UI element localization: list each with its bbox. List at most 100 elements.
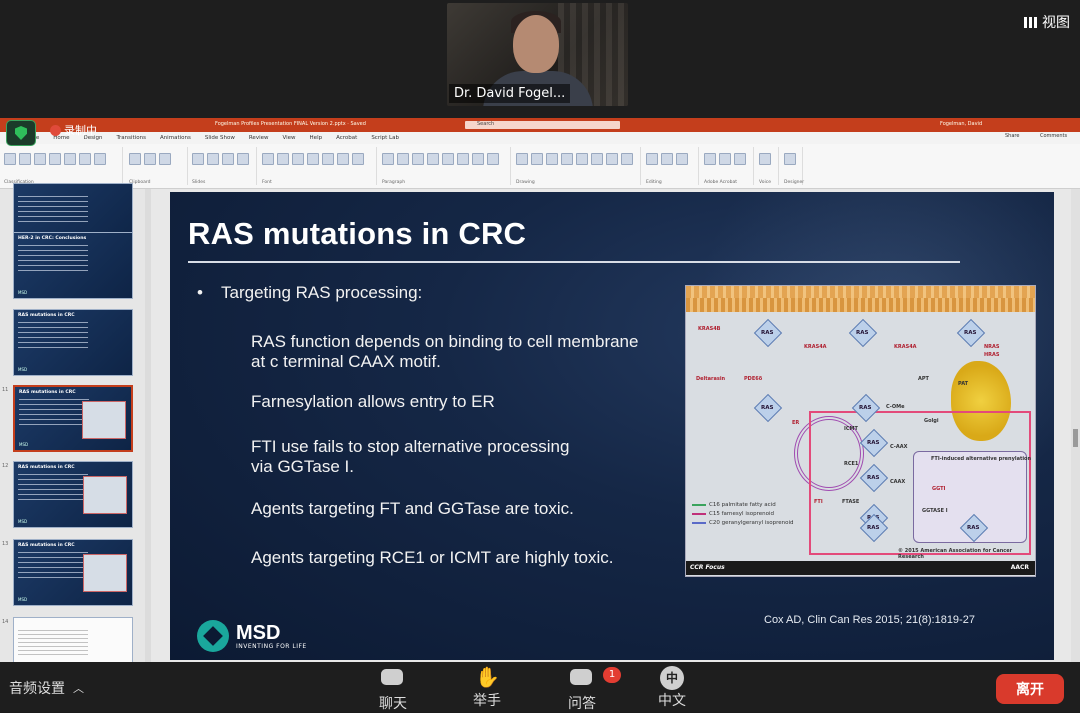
ribbon-button-icon[interactable]	[382, 153, 394, 165]
menu-item[interactable]: Slide Show	[205, 135, 235, 141]
security-badge[interactable]	[6, 120, 36, 146]
ribbon-button-icon[interactable]	[676, 153, 688, 165]
ribbon-button-icon[interactable]	[159, 153, 171, 165]
ribbon-button-icon[interactable]	[487, 153, 499, 165]
ribbon-button-icon[interactable]	[19, 153, 31, 165]
ribbon-button-icon[interactable]	[397, 153, 409, 165]
ribbon-button-icon[interactable]	[277, 153, 289, 165]
menu-item[interactable]: Acrobat	[336, 135, 357, 141]
ribbon-button-icon[interactable]	[322, 153, 334, 165]
menu-item[interactable]: Animations	[160, 135, 191, 141]
ribbon-button-icon[interactable]	[531, 153, 543, 165]
ribbon-button-icon[interactable]	[34, 153, 46, 165]
figure-label: Deltarasin	[696, 376, 726, 382]
slide-thumbnail[interactable]: RAS mutations in CRC MSD	[13, 461, 133, 528]
ribbon-button-icon[interactable]	[427, 153, 439, 165]
ribbon-button-icon[interactable]	[472, 153, 484, 165]
ribbon-button-icon[interactable]	[442, 153, 454, 165]
slide-thumbnail[interactable]: HER-2 in CRC: Conclusions MSD	[13, 232, 133, 299]
ribbon-button-icon[interactable]	[237, 153, 249, 165]
menu-item[interactable]: Transitions	[116, 135, 145, 141]
thumbnail-scrollbar[interactable]	[145, 189, 151, 662]
ribbon-button-icon[interactable]	[734, 153, 746, 165]
ribbon-button-icon[interactable]	[661, 153, 673, 165]
slide-scrollbar-thumb[interactable]	[1073, 429, 1078, 447]
thumbnail-text-lines	[19, 399, 89, 427]
share-button[interactable]: Share	[1005, 133, 1019, 139]
menu-item[interactable]: View	[282, 135, 295, 141]
leave-button[interactable]: 离开	[996, 674, 1064, 704]
menu-item[interactable]: Script Lab	[371, 135, 399, 141]
slide-thumbnail[interactable]: RAS mutations in CRC MSD	[13, 309, 133, 376]
ribbon-button-icon[interactable]	[546, 153, 558, 165]
thumbnail-figure	[82, 401, 126, 439]
chat-label: 聊天	[379, 696, 407, 712]
ribbon-button-icon[interactable]	[591, 153, 603, 165]
chat-button[interactable]: 聊天	[368, 666, 418, 713]
figure-label: APT	[918, 376, 929, 382]
ribbon-button-icon[interactable]	[784, 153, 796, 165]
ribbon-button-icon[interactable]	[621, 153, 633, 165]
legend-text: C20 geranylgeranyl isoprenoid	[709, 520, 794, 526]
ribbon-button-icon[interactable]	[64, 153, 76, 165]
ribbon-button-icon[interactable]	[49, 153, 61, 165]
ribbon-button-icon[interactable]	[646, 153, 658, 165]
ribbon-button-icon[interactable]	[262, 153, 274, 165]
ribbon-button-icon[interactable]	[704, 153, 716, 165]
ribbon-button-icon[interactable]	[79, 153, 91, 165]
ribbon-button-icon[interactable]	[207, 153, 219, 165]
ribbon-button-icon[interactable]	[576, 153, 588, 165]
ribbon-button-icon[interactable]	[292, 153, 304, 165]
ribbon-button-icon[interactable]	[759, 153, 771, 165]
powerpoint-ribbon: ClassificationClipboard Slides Font Paragra…	[0, 144, 1080, 189]
slide-thumbnail[interactable]: RAS mutations in CRC MSD	[13, 539, 133, 606]
audio-settings-label: 音频设置	[9, 681, 65, 697]
speaker-name-label: Dr. David Fogel...	[449, 84, 571, 103]
ribbon-button-icon[interactable]	[144, 153, 156, 165]
recording-label: 录制中	[64, 124, 97, 137]
ribbon-button-icon[interactable]	[307, 153, 319, 165]
slide-thumbnail[interactable]: RAS mutations in CRC MSD	[13, 385, 133, 452]
shared-screen: Fogelman Profiles Presentation FINAL Ver…	[0, 118, 1080, 662]
thumbnail-number: 14	[2, 619, 9, 625]
language-icon: 中	[660, 666, 684, 690]
view-button[interactable]: 视图	[1024, 12, 1070, 32]
qa-label: 问答	[568, 696, 596, 712]
raise-hand-button[interactable]: ✋ 举手	[462, 666, 512, 710]
ribbon-button-icon[interactable]	[4, 153, 16, 165]
thumbnail-number: 12	[2, 463, 9, 469]
slide-title: RAS mutations in CRC	[188, 216, 527, 251]
ppt-search-box[interactable]: Search	[465, 121, 620, 129]
qa-button[interactable]: 1 问答	[557, 666, 621, 713]
ribbon-button-icon[interactable]	[352, 153, 364, 165]
slide-scrollbar[interactable]	[1071, 189, 1080, 662]
legend-swatch	[692, 503, 706, 506]
figure-label: HRAS	[984, 352, 1000, 358]
ras-pathway-figure: RASRASRASRASRASRASRASRASRASRASKRAS4BKRAS…	[685, 285, 1036, 577]
msd-logo-mark	[197, 620, 229, 652]
comments-button[interactable]: Comments	[1040, 133, 1067, 139]
menu-item[interactable]: Help	[310, 135, 323, 141]
grid-view-icon	[1024, 16, 1037, 28]
ribbon-button-icon[interactable]	[94, 153, 106, 165]
chevron-up-icon: ︿	[73, 682, 84, 695]
language-button[interactable]: 中 中文	[647, 666, 697, 710]
ribbon-button-icon[interactable]	[561, 153, 573, 165]
thumbnail-number: 11	[2, 387, 9, 393]
audio-settings-button[interactable]: 音频设置 ︿	[9, 678, 84, 698]
ribbon-button-icon[interactable]	[412, 153, 424, 165]
ribbon-button-icon[interactable]	[129, 153, 141, 165]
slide-thumbnail[interactable]	[13, 617, 133, 662]
window-title: Fogelman Profiles Presentation FINAL Ver…	[215, 121, 366, 127]
ribbon-button-icon[interactable]	[719, 153, 731, 165]
ribbon-button-icon[interactable]	[192, 153, 204, 165]
ribbon-button-icon[interactable]	[606, 153, 618, 165]
thumbnail-text-lines	[18, 630, 88, 658]
ribbon-button-icon[interactable]	[337, 153, 349, 165]
thumbnail-footer: MSD	[18, 290, 28, 295]
ribbon-button-icon[interactable]	[516, 153, 528, 165]
ribbon-button-icon[interactable]	[222, 153, 234, 165]
menu-item[interactable]: Review	[249, 135, 269, 141]
legend-text: C15 farnesyl isoprenoid	[709, 511, 774, 517]
ribbon-button-icon[interactable]	[457, 153, 469, 165]
